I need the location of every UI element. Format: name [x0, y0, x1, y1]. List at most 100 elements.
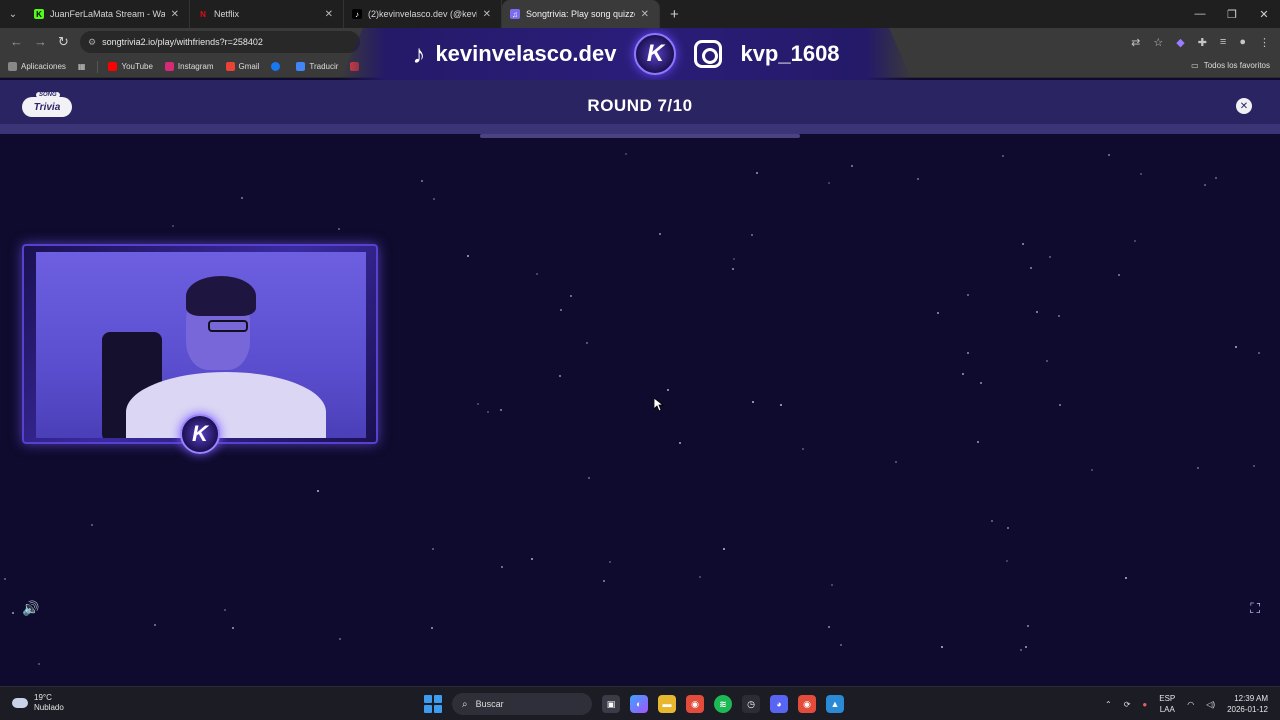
- star: [937, 312, 939, 314]
- close-game-button[interactable]: ✕: [1236, 98, 1252, 114]
- new-tab-button[interactable]: +: [670, 6, 679, 23]
- tab-title: Netflix: [214, 9, 240, 19]
- star: [828, 182, 830, 184]
- mouse-cursor: [653, 397, 665, 417]
- tab-title: JuanFerLaMata Stream - Watch: [50, 9, 165, 19]
- star: [1091, 469, 1093, 471]
- url-text: songtrivia2.io/play/withfriends?r=258402: [102, 37, 263, 47]
- minimize-icon[interactable]: —: [1184, 0, 1216, 28]
- bookmark-youtube[interactable]: YouTube: [108, 62, 153, 71]
- star: [733, 258, 735, 260]
- star: [1006, 560, 1008, 562]
- taskbar-search[interactable]: ⌕ Buscar: [452, 693, 592, 715]
- sync-icon[interactable]: ⟳: [1124, 700, 1131, 709]
- fullscreen-icon[interactable]: ⛶: [1250, 600, 1260, 617]
- weather-widget[interactable]: 19°C Nublado: [12, 693, 64, 713]
- star: [962, 373, 964, 375]
- forward-icon[interactable]: →: [34, 34, 47, 49]
- chrome-profile-icon[interactable]: ◉: [798, 695, 816, 713]
- discord-icon[interactable]: ◕: [770, 695, 788, 713]
- volume-icon[interactable]: 🔊: [22, 600, 39, 617]
- address-bar[interactable]: ⚙ songtrivia2.io/play/withfriends?r=2584…: [80, 31, 360, 53]
- tab-songtrivia[interactable]: ♫ Songtrivia: Play song quizzes w ✕: [502, 0, 660, 28]
- bookmark-label: Traducir: [309, 62, 339, 71]
- tab-title: (2)kevinvelasco.dev (@kevinvel: [368, 9, 477, 19]
- close-window-icon[interactable]: ✕: [1248, 0, 1280, 28]
- toolbar-actions: ⇄ ☆ ◆ ✚ ≡ ● ⋮: [1131, 28, 1270, 56]
- reading-list-icon[interactable]: ≡: [1220, 36, 1226, 48]
- game-header: SONG Trivia ROUND 7/10 ✕: [0, 80, 1280, 134]
- star: [570, 295, 572, 297]
- all-favorites-folder[interactable]: ▭ Todos los favoritos: [1191, 61, 1270, 70]
- bookmark-aplicaciones[interactable]: Aplicaciones: [8, 62, 66, 71]
- star: [609, 561, 611, 563]
- star: [851, 165, 853, 167]
- star: [1049, 256, 1051, 258]
- microphone-icon[interactable]: ●: [1142, 700, 1147, 709]
- wifi-icon[interactable]: ◠: [1187, 700, 1194, 709]
- browser-tab-bar: ⌄ K JuanFerLaMata Stream - Watch ✕ N Net…: [0, 0, 1280, 28]
- site-info-icon[interactable]: ⚙: [88, 37, 96, 48]
- star: [1118, 274, 1120, 276]
- chevron-up-icon[interactable]: ⌃: [1105, 700, 1112, 709]
- tab-close-icon[interactable]: ✕: [483, 9, 491, 20]
- star: [12, 612, 14, 614]
- star: [241, 197, 243, 199]
- profile-avatar[interactable]: ●: [1239, 36, 1246, 48]
- spotify-icon[interactable]: ≋: [714, 695, 732, 713]
- extensions-puzzle-icon[interactable]: ✚: [1198, 36, 1207, 49]
- star: [232, 627, 234, 629]
- star: [756, 172, 758, 174]
- timer-app-icon[interactable]: ◷: [742, 695, 760, 713]
- tab-tiktok[interactable]: ♪ (2)kevinvelasco.dev (@kevinvel ✕: [344, 0, 502, 28]
- speaker-icon[interactable]: ◁): [1206, 700, 1215, 709]
- star: [831, 584, 833, 586]
- star: [1027, 625, 1029, 627]
- star: [1134, 240, 1136, 242]
- tab-close-icon[interactable]: ✕: [171, 9, 179, 20]
- back-icon[interactable]: ←: [10, 34, 23, 49]
- file-explorer-icon[interactable]: ▬: [658, 695, 676, 713]
- bookmark-star-icon[interactable]: ☆: [1153, 36, 1163, 49]
- tab-close-icon[interactable]: ✕: [325, 9, 333, 20]
- instagram-icon: [694, 40, 723, 68]
- star: [667, 389, 669, 391]
- tab-juanferlamata[interactable]: K JuanFerLaMata Stream - Watch ✕: [26, 0, 190, 28]
- tab-netflix[interactable]: N Netflix ✕: [190, 0, 344, 28]
- bookmark-instagram[interactable]: Instagram: [164, 62, 214, 71]
- star: [433, 198, 435, 200]
- star: [91, 524, 93, 526]
- star: [38, 663, 40, 665]
- bookmark-facebook[interactable]: [271, 62, 284, 71]
- grid-icon[interactable]: ▦: [78, 62, 86, 71]
- extension-icon[interactable]: ◆: [1176, 36, 1184, 49]
- bookmark-gmail[interactable]: Gmail: [225, 62, 259, 71]
- tab-search-icon[interactable]: ⌄: [0, 0, 26, 28]
- search-placeholder: Buscar: [475, 699, 504, 709]
- chrome-icon[interactable]: ◉: [686, 695, 704, 713]
- folder-icon: ▭: [1191, 61, 1199, 70]
- restore-icon[interactable]: ❐: [1216, 0, 1248, 28]
- reload-icon[interactable]: ↻: [58, 34, 69, 50]
- task-view-icon[interactable]: ▣: [602, 695, 620, 713]
- star: [699, 576, 701, 578]
- windows-start-icon[interactable]: [424, 695, 442, 713]
- star: [154, 624, 156, 626]
- star: [477, 403, 479, 405]
- translate-icon[interactable]: ⇄: [1131, 36, 1140, 49]
- star: [536, 273, 538, 275]
- tab-close-icon[interactable]: ✕: [641, 9, 649, 20]
- star: [500, 409, 502, 411]
- clock-time: 12:39 AM: [1234, 694, 1268, 703]
- clock[interactable]: 12:39 AM 2026-01-12: [1227, 693, 1268, 715]
- menu-icon[interactable]: ⋮: [1259, 36, 1270, 49]
- photos-icon[interactable]: ▲: [826, 695, 844, 713]
- glasses: [208, 320, 248, 332]
- bookmark-traducir[interactable]: Traducir: [296, 62, 338, 71]
- language-indicator[interactable]: ESP LAA: [1159, 693, 1175, 715]
- copilot-icon[interactable]: ◐: [630, 695, 648, 713]
- instagram-handle-group: kvp_1608: [694, 40, 840, 68]
- star: [1022, 243, 1024, 245]
- cursor-arrow-icon: [653, 397, 665, 412]
- star: [980, 382, 982, 384]
